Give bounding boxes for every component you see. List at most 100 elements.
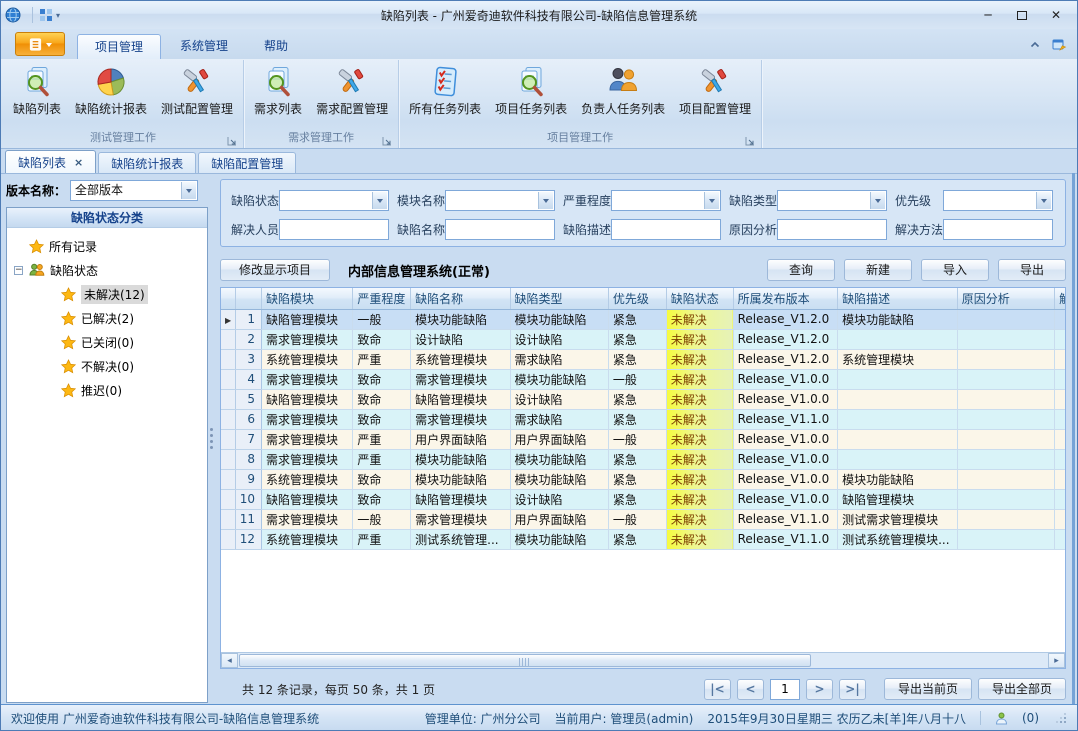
row-number-cell[interactable]: 9 <box>235 469 261 489</box>
grid-column-header-3[interactable]: 缺陷类型 <box>510 288 608 309</box>
modify-display-items-button[interactable]: 修改显示项目 <box>220 259 330 281</box>
chevron-down-icon[interactable] <box>181 182 196 199</box>
cell-8[interactable] <box>957 489 1054 509</box>
next-page-button[interactable]: > <box>806 679 833 700</box>
window-switch-icon[interactable] <box>1051 37 1067 53</box>
doc-tab-defect-config-mgmt[interactable]: 缺陷配置管理 <box>198 152 296 173</box>
cell-8[interactable] <box>957 429 1054 449</box>
panel-splitter[interactable] <box>209 178 214 703</box>
grid-column-header-7[interactable]: 缺陷描述 <box>838 288 958 309</box>
cell-2[interactable]: 需求管理模块 <box>411 369 510 389</box>
ribbon-button-project-tasks-list[interactable]: 项目任务列表 <box>488 60 574 117</box>
cell-2[interactable]: 设计缺陷 <box>411 329 510 349</box>
table-row[interactable]: ▶1缺陷管理模块一般模块功能缺陷模块功能缺陷紧急未解决Release_V1.2.… <box>221 309 1066 329</box>
resize-grip-icon[interactable] <box>1053 711 1067 725</box>
cell-5[interactable]: 未解决 <box>666 469 733 489</box>
version-select[interactable]: 全部版本 <box>70 180 198 201</box>
import-button[interactable]: 导入 <box>921 259 989 281</box>
cell-5[interactable]: 未解决 <box>666 409 733 429</box>
cell-4[interactable]: 一般 <box>608 509 666 529</box>
cell-8[interactable] <box>957 369 1054 389</box>
grid-column-header-2[interactable]: 缺陷名称 <box>411 288 510 309</box>
cell-9[interactable] <box>1055 509 1066 529</box>
chevron-down-icon[interactable] <box>538 192 553 209</box>
filter-severity-combo[interactable] <box>611 190 721 211</box>
cell-2[interactable]: 模块功能缺陷 <box>411 449 510 469</box>
cell-1[interactable]: 致命 <box>353 389 411 409</box>
cell-4[interactable]: 紧急 <box>608 349 666 369</box>
cell-0[interactable]: 系统管理模块 <box>262 349 353 369</box>
row-number-cell[interactable]: 8 <box>235 449 261 469</box>
cell-9[interactable] <box>1055 369 1066 389</box>
table-row[interactable]: 10缺陷管理模块致命缺陷管理模块设计缺陷紧急未解决Release_V1.0.0缺… <box>221 489 1066 509</box>
cell-7[interactable] <box>838 369 958 389</box>
row-number-cell[interactable]: 10 <box>235 489 261 509</box>
cell-0[interactable]: 缺陷管理模块 <box>262 389 353 409</box>
cell-1[interactable]: 严重 <box>353 429 411 449</box>
cell-6[interactable]: Release_V1.0.0 <box>733 389 837 409</box>
cell-5[interactable]: 未解决 <box>666 369 733 389</box>
row-indicator-cell[interactable] <box>221 509 235 529</box>
cell-4[interactable]: 紧急 <box>608 449 666 469</box>
cell-3[interactable]: 模块功能缺陷 <box>510 469 608 489</box>
row-indicator-cell[interactable] <box>221 329 235 349</box>
cell-3[interactable]: 模块功能缺陷 <box>510 309 608 329</box>
row-indicator-cell[interactable] <box>221 389 235 409</box>
row-number-cell[interactable]: 7 <box>235 429 261 449</box>
cell-5[interactable]: 未解决 <box>666 309 733 329</box>
cell-2[interactable]: 缺陷管理模块 <box>411 489 510 509</box>
tree-collapse-icon[interactable]: − <box>14 266 23 275</box>
ribbon-button-test-config-mgmt[interactable]: 测试配置管理 <box>154 60 240 117</box>
filter-priority-combo[interactable] <box>943 190 1053 211</box>
row-number-cell[interactable]: 11 <box>235 509 261 529</box>
cell-4[interactable]: 紧急 <box>608 389 666 409</box>
cell-5[interactable]: 未解决 <box>666 329 733 349</box>
ribbon-tab-2[interactable]: 帮助 <box>247 34 305 59</box>
cell-0[interactable]: 需求管理模块 <box>262 369 353 389</box>
cell-7[interactable]: 模块功能缺陷 <box>838 469 958 489</box>
ribbon-tab-0[interactable]: 项目管理 <box>77 34 161 59</box>
cell-4[interactable]: 紧急 <box>608 489 666 509</box>
ribbon-button-requirement-list[interactable]: 需求列表 <box>247 60 309 117</box>
dialog-launcher-icon[interactable] <box>227 135 237 145</box>
cell-5[interactable]: 未解决 <box>666 389 733 409</box>
horizontal-scrollbar[interactable]: ◂ ▸ <box>221 652 1065 668</box>
cell-8[interactable] <box>957 449 1054 469</box>
cell-1[interactable]: 严重 <box>353 349 411 369</box>
cell-0[interactable]: 缺陷管理模块 <box>262 489 353 509</box>
maximize-button[interactable] <box>1005 5 1039 25</box>
tree-item-unresolved[interactable]: 未解决(12) <box>7 282 207 306</box>
chevron-down-icon[interactable] <box>704 192 719 209</box>
grid-column-header-8[interactable]: 原因分析 <box>957 288 1054 309</box>
cell-9[interactable] <box>1055 329 1066 349</box>
cell-6[interactable]: Release_V1.0.0 <box>733 489 837 509</box>
page-number-input[interactable] <box>770 679 800 700</box>
cell-3[interactable]: 需求缺陷 <box>510 409 608 429</box>
cell-7[interactable]: 测试系统管理模块... <box>838 529 958 549</box>
row-indicator-cell[interactable] <box>221 529 235 549</box>
quick-access-caret-icon[interactable]: ▾ <box>56 11 60 20</box>
close-button[interactable]: ✕ <box>1039 5 1073 25</box>
first-page-button[interactable]: |< <box>704 679 731 700</box>
cell-5[interactable]: 未解决 <box>666 429 733 449</box>
scrollbar-thumb[interactable] <box>239 654 811 667</box>
ribbon-button-defect-list[interactable]: 缺陷列表 <box>6 60 68 117</box>
row-number-cell[interactable]: 6 <box>235 409 261 429</box>
cell-3[interactable]: 模块功能缺陷 <box>510 529 608 549</box>
cell-2[interactable]: 需求管理模块 <box>411 409 510 429</box>
ribbon-button-requirement-config-mgmt[interactable]: 需求配置管理 <box>309 60 395 117</box>
row-indicator-cell[interactable] <box>221 449 235 469</box>
prev-page-button[interactable]: < <box>737 679 764 700</box>
cell-6[interactable]: Release_V1.1.0 <box>733 409 837 429</box>
cell-8[interactable] <box>957 389 1054 409</box>
cell-9[interactable] <box>1055 389 1066 409</box>
tree-item-wont-fix[interactable]: 不解决(0) <box>7 354 207 378</box>
cell-8[interactable] <box>957 329 1054 349</box>
cell-2[interactable]: 用户界面缺陷 <box>411 429 510 449</box>
table-row[interactable]: 2需求管理模块致命设计缺陷设计缺陷紧急未解决Release_V1.2.0 <box>221 329 1066 349</box>
cell-9[interactable] <box>1055 469 1066 489</box>
table-row[interactable]: 9系统管理模块致命模块功能缺陷模块功能缺陷紧急未解决Release_V1.0.0… <box>221 469 1066 489</box>
chevron-down-icon[interactable] <box>372 192 387 209</box>
cell-2[interactable]: 模块功能缺陷 <box>411 309 510 329</box>
cell-0[interactable]: 需求管理模块 <box>262 329 353 349</box>
